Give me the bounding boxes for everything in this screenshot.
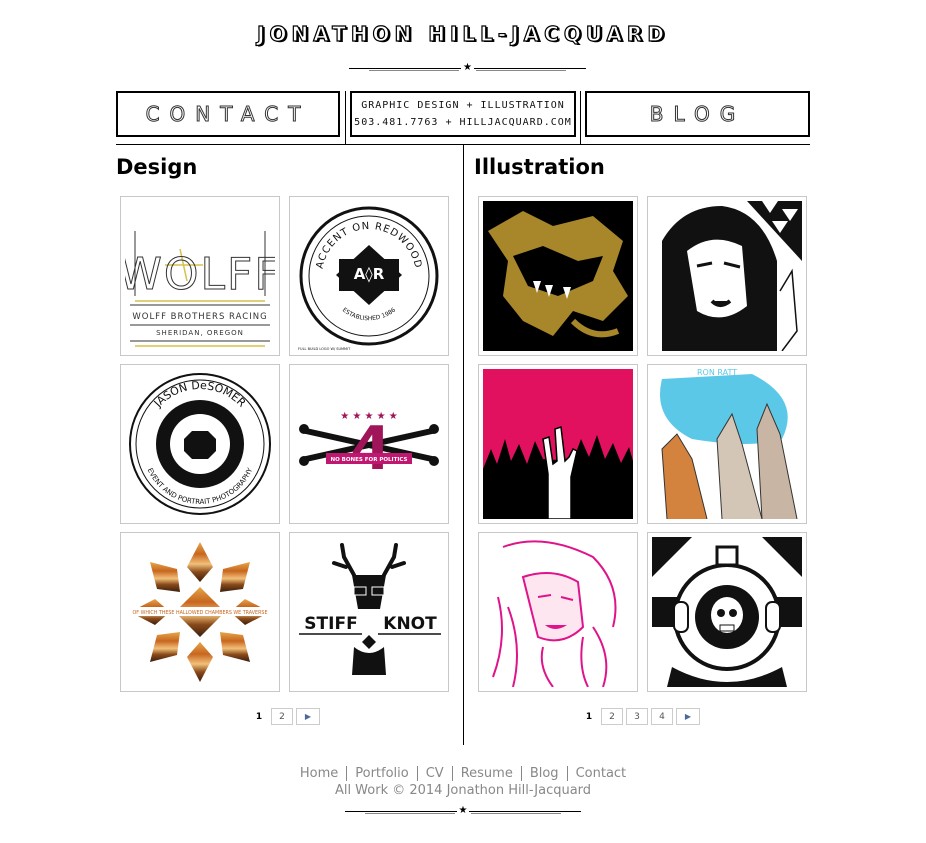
illustration-tile-hooded-woman[interactable] bbox=[647, 196, 807, 356]
illustration-pagination: 1 2 3 4 ▶ bbox=[580, 708, 700, 725]
illustration-page-2[interactable]: 2 bbox=[601, 708, 623, 725]
illustration-tile-pink-woman[interactable] bbox=[478, 532, 638, 692]
4-no-bones-logo-icon: 4 NO BONES FOR POLITICS ★ ★ ★ ★ ★ bbox=[299, 411, 439, 484]
design-tile-desomer[interactable]: JASON DeSOMER EVENT AND PORTRAIT PHOTOGR… bbox=[120, 364, 280, 524]
diver-helmet-skull-illustration-icon bbox=[652, 537, 802, 687]
wolff-subtitle: WOLFF BROTHERS RACING bbox=[132, 312, 267, 322]
design-pagination: 1 2 ▶ bbox=[250, 708, 320, 725]
gold-wolf-illustration-icon bbox=[483, 201, 633, 351]
design-page-current: 1 bbox=[255, 711, 263, 722]
nav-separator bbox=[345, 91, 346, 144]
footer-link-portfolio[interactable]: Portfolio bbox=[346, 766, 416, 781]
illustration-page-current: 1 bbox=[585, 711, 593, 722]
no-bones-number: 4 bbox=[350, 414, 392, 484]
tagline-box: GRAPHIC DESIGN + ILLUSTRATION 503.481.77… bbox=[350, 91, 576, 137]
footer-link-cv[interactable]: CV bbox=[416, 766, 452, 781]
footer-link-resume[interactable]: Resume bbox=[451, 766, 521, 781]
illustration-tile-gold-wolf[interactable] bbox=[478, 196, 638, 356]
jason-desomer-photography-logo-icon: JASON DeSOMER EVENT AND PORTRAIT PHOTOGR… bbox=[129, 373, 271, 515]
site-title[interactable]: JONATHON HILL-JACQUARD bbox=[0, 21, 926, 46]
design-tile-stiff-knot[interactable]: STIFF KNOT bbox=[289, 532, 449, 692]
accent-on-redwood-logo-icon: A◊R ACCENT ON REDWOOD ESTABLISHED 1986 F… bbox=[298, 206, 439, 351]
footer-nav: Home Portfolio CV Resume Blog Contact bbox=[0, 766, 926, 781]
tagline-text: GRAPHIC DESIGN + ILLUSTRATION bbox=[361, 100, 565, 111]
hooded-woman-illustration-icon bbox=[652, 201, 802, 351]
rock-hand-crowd-illustration-icon bbox=[483, 369, 633, 519]
star-icon: ★ bbox=[458, 805, 468, 816]
header-divider: ★ bbox=[349, 62, 586, 74]
footer-link-blog[interactable]: Blog bbox=[520, 766, 567, 781]
design-next-arrow-icon[interactable]: ▶ bbox=[296, 708, 320, 725]
star-icon: ★ bbox=[463, 62, 472, 73]
illustration-tile-diver-skull[interactable] bbox=[647, 532, 807, 692]
contact-info-text: 503.481.7763 + HILLJACQUARD.COM bbox=[354, 117, 572, 128]
footer-link-contact[interactable]: Contact bbox=[566, 766, 635, 781]
design-heading: Design bbox=[116, 155, 198, 179]
illustration-next-arrow-icon[interactable]: ▶ bbox=[676, 708, 700, 725]
svg-text:★ ★ ★ ★ ★: ★ ★ ★ ★ ★ bbox=[340, 411, 398, 422]
footer-divider: ★ bbox=[345, 805, 581, 817]
illustration-heading: Illustration bbox=[474, 155, 605, 179]
knot-text: KNOT bbox=[383, 614, 437, 634]
column-divider bbox=[463, 144, 464, 745]
stiff-knot-deer-logo-icon: STIFF KNOT bbox=[299, 543, 441, 675]
wolff-location: SHERIDAN, OREGON bbox=[156, 329, 244, 337]
design-page-2[interactable]: 2 bbox=[271, 708, 293, 725]
howling-wolves-illustration-icon: RON RATT bbox=[652, 369, 802, 519]
blog-nav-label: BLOG bbox=[649, 102, 746, 127]
design-tile-no-bones[interactable]: 4 NO BONES FOR POLITICS ★ ★ ★ ★ ★ bbox=[289, 364, 449, 524]
illustration-tile-rock-hand[interactable] bbox=[478, 364, 638, 524]
stiff-text: STIFF bbox=[304, 614, 357, 634]
redwood-established: ESTABLISHED 1986 bbox=[341, 306, 397, 322]
illustration-page-3[interactable]: 3 bbox=[626, 708, 648, 725]
illustration-tile-wolves[interactable]: RON RATT bbox=[647, 364, 807, 524]
pink-woman-illustration-icon bbox=[483, 537, 633, 687]
nav-separator bbox=[580, 91, 581, 144]
design-tile-redwood[interactable]: A◊R ACCENT ON REDWOOD ESTABLISHED 1986 F… bbox=[289, 196, 449, 356]
contact-nav-label: CONTACT bbox=[145, 102, 311, 127]
no-bones-banner: NO BONES FOR POLITICS bbox=[330, 457, 407, 463]
design-tile-snowflake[interactable]: OF WHICH THESE HALLOWED CHAMBERS WE TRAV… bbox=[120, 532, 280, 692]
wolff-mark: WOLFF bbox=[125, 249, 275, 300]
redwood-caption: FULL BUILD LOGO W/ SUMMIT bbox=[298, 347, 351, 351]
design-tile-wolff[interactable]: WOLFF WOLFF BROTHERS RACING SHERIDAN, OR… bbox=[120, 196, 280, 356]
wolves-speech-text: RON RATT bbox=[697, 369, 737, 377]
illustration-page-4[interactable]: 4 bbox=[651, 708, 673, 725]
snowflake-caption: OF WHICH THESE HALLOWED CHAMBERS WE TRAV… bbox=[133, 610, 268, 616]
wolff-brothers-racing-logo-icon: WOLFF WOLFF BROTHERS RACING SHERIDAN, OR… bbox=[125, 231, 275, 347]
snowflake-emblem-logo-icon: OF WHICH THESE HALLOWED CHAMBERS WE TRAV… bbox=[130, 542, 270, 682]
contact-nav-button[interactable]: CONTACT bbox=[116, 91, 340, 137]
footer-link-home[interactable]: Home bbox=[292, 766, 346, 781]
blog-nav-button[interactable]: BLOG bbox=[585, 91, 810, 137]
copyright-text: All Work © 2014 Jonathon Hill-Jacquard bbox=[334, 783, 592, 798]
svg-text:A◊R: A◊R bbox=[354, 265, 385, 283]
